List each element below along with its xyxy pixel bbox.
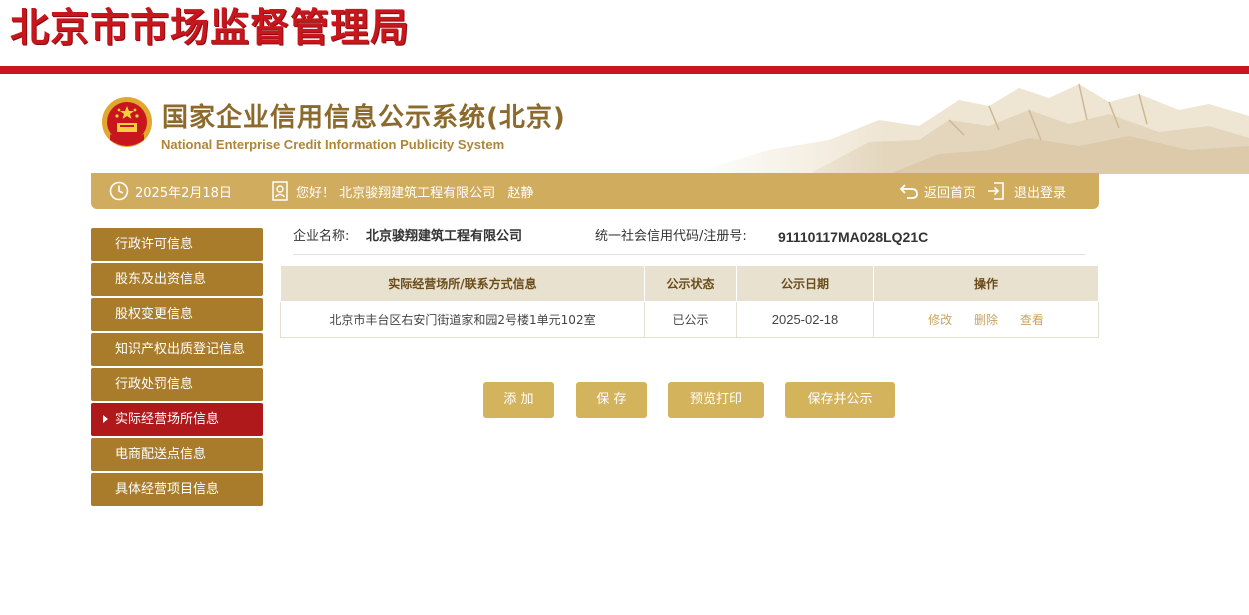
logout-label: 退出登录 — [1014, 185, 1067, 201]
col-header-actions: 操作 — [873, 265, 1099, 302]
cell-date: 2025-02-18 — [736, 301, 874, 338]
cell-actions: 修改 删除 查看 — [873, 301, 1099, 338]
date-display: 2025年2月18日 — [109, 173, 232, 209]
table-row: 北京市丰台区右安门街道家和园2号楼1单元102室 已公示 2025-02-18 … — [280, 301, 1099, 338]
cell-status: 已公示 — [644, 301, 737, 338]
national-emblem-icon — [102, 97, 152, 147]
sidebar-item-business-premises[interactable]: 实际经营场所信息 — [91, 403, 263, 436]
table-header-row: 实际经营场所/联系方式信息 公示状态 公示日期 操作 — [280, 265, 1099, 302]
header-divider — [0, 66, 1249, 74]
sidebar-item-business-projects[interactable]: 具体经营项目信息 — [91, 473, 263, 506]
premises-table: 实际经营场所/联系方式信息 公示状态 公示日期 操作 北京市丰台区右安门街道家和… — [280, 265, 1099, 338]
add-button[interactable]: 添 加 — [483, 382, 554, 418]
company-info: 企业名称: 北京骏翔建筑工程有限公司 统一社会信用代码/注册号: 9111011… — [293, 228, 1085, 246]
save-button[interactable]: 保 存 — [576, 382, 647, 418]
logout-link[interactable]: 退出登录 — [986, 173, 1066, 209]
sidebar-item-admin-penalty[interactable]: 行政处罚信息 — [91, 368, 263, 401]
credit-code-label: 统一社会信用代码/注册号: — [595, 229, 747, 244]
user-greeting: 您好！ 北京骏翔建筑工程有限公司 赵静 — [271, 173, 534, 209]
system-subtitle: National Enterprise Credit Information P… — [161, 137, 505, 152]
cell-address: 北京市丰台区右安门街道家和园2号楼1单元102室 — [280, 301, 645, 338]
company-name: 北京骏翔建筑工程有限公司 — [366, 229, 523, 244]
return-arrow-icon — [899, 184, 918, 199]
home-link[interactable]: 返回首页 — [899, 173, 976, 209]
credit-code: 91110117MA028LQ21C — [778, 229, 929, 245]
col-header-status: 公示状态 — [644, 265, 737, 302]
user-toolbar: 2025年2月18日 您好！ 北京骏翔建筑工程有限公司 赵静 返回首页 退出登录 — [91, 173, 1099, 209]
logout-icon — [988, 182, 1004, 200]
sidebar-item-equity-change[interactable]: 股权变更信息 — [91, 298, 263, 331]
sidebar-item-admin-license[interactable]: 行政许可信息 — [91, 228, 263, 261]
user-badge-icon — [272, 181, 288, 201]
col-header-address: 实际经营场所/联系方式信息 — [280, 265, 645, 302]
view-link[interactable]: 查看 — [1020, 313, 1044, 327]
info-divider — [293, 254, 1085, 255]
save-publish-button[interactable]: 保存并公示 — [785, 382, 895, 418]
system-title: 国家企业信用信息公示系统(北京) — [162, 103, 566, 133]
agency-title: 北京市市场监督管理局 — [10, 6, 411, 51]
preview-print-button[interactable]: 预览打印 — [668, 382, 764, 418]
mountain-landscape-image — [689, 80, 1249, 174]
delete-link[interactable]: 删除 — [974, 313, 998, 327]
edit-link[interactable]: 修改 — [928, 313, 952, 327]
current-date: 2025年2月18日 — [135, 185, 232, 201]
clock-icon — [109, 181, 129, 201]
sidebar-item-ip-pledge[interactable]: 知识产权出质登记信息 — [91, 333, 263, 366]
company-name-label: 企业名称: — [293, 229, 350, 244]
home-label: 返回首页 — [924, 185, 977, 201]
sidebar-nav: 行政许可信息 股东及出资信息 股权变更信息 知识产权出质登记信息 行政处罚信息 … — [91, 228, 263, 508]
col-header-date: 公示日期 — [736, 265, 874, 302]
sidebar-item-shareholders[interactable]: 股东及出资信息 — [91, 263, 263, 296]
sidebar-item-delivery-points[interactable]: 电商配送点信息 — [91, 438, 263, 471]
greeting-text: 您好！ 北京骏翔建筑工程有限公司 赵静 — [296, 185, 534, 201]
